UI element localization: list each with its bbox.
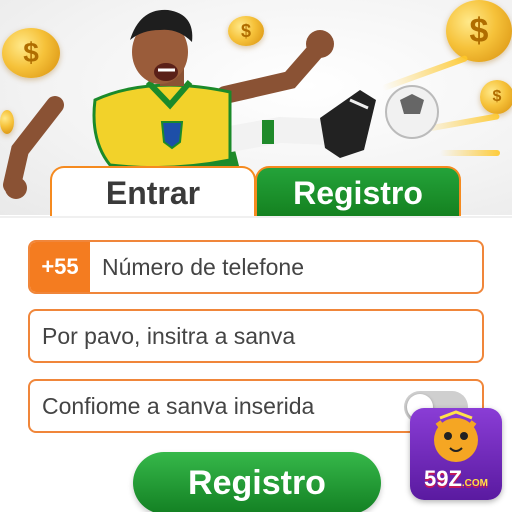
password-field[interactable]: Por pavo, insitra a sanva xyxy=(28,309,484,363)
tab-entrar[interactable]: Entrar xyxy=(50,166,256,218)
confirm-password-placeholder: Confiome a sanva inserida xyxy=(42,392,315,419)
register-button[interactable]: Registro xyxy=(133,452,381,512)
tiger-mascot-icon xyxy=(434,410,478,462)
phone-field[interactable]: +55 Número de telefone xyxy=(28,240,484,294)
logo-text: 59Z.COM xyxy=(423,466,489,491)
phone-placeholder: Número de telefone xyxy=(102,253,305,280)
password-placeholder: Por pavo, insitra a sanva xyxy=(42,322,296,349)
59z-logo: 59Z.COM xyxy=(410,408,502,500)
country-code-badge: +55 xyxy=(30,242,90,292)
tab-registro[interactable]: Registro xyxy=(255,166,461,218)
